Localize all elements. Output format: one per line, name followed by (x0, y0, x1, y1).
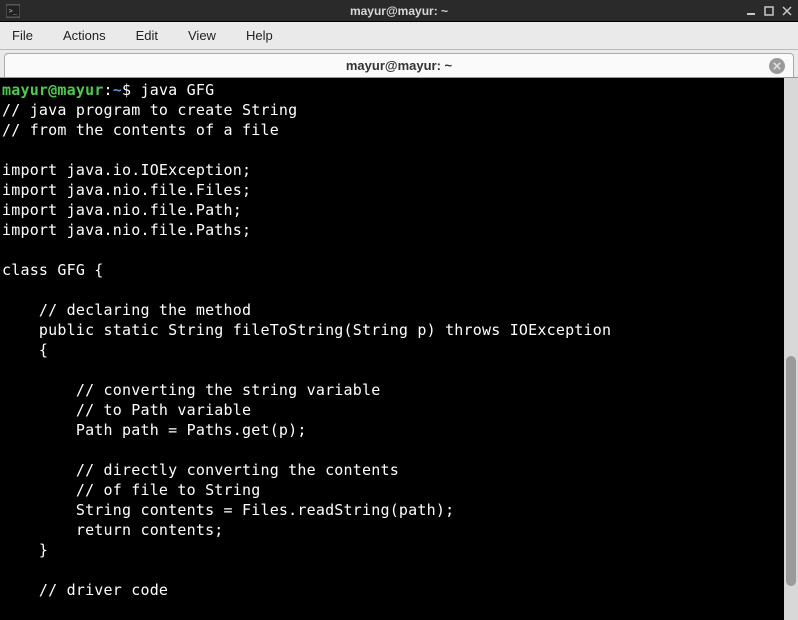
menu-edit[interactable]: Edit (130, 24, 164, 47)
terminal-area: mayur@mayur:~$ java GFG // java program … (0, 78, 798, 620)
maximize-button[interactable] (762, 4, 776, 18)
window-titlebar: >_ mayur@mayur: ~ (0, 0, 798, 22)
close-button[interactable] (780, 4, 794, 18)
terminal-tab[interactable]: mayur@mayur: ~ (4, 53, 794, 77)
vertical-scrollbar[interactable] (784, 78, 798, 620)
menu-help[interactable]: Help (240, 24, 279, 47)
window-controls (744, 4, 794, 18)
terminal-content[interactable]: mayur@mayur:~$ java GFG // java program … (0, 78, 784, 620)
tab-close-button[interactable] (769, 58, 785, 74)
menubar: File Actions Edit View Help (0, 22, 798, 50)
menu-actions[interactable]: Actions (57, 24, 112, 47)
tabbar: mayur@mayur: ~ (0, 50, 798, 78)
tab-title: mayur@mayur: ~ (346, 58, 452, 73)
menu-file[interactable]: File (6, 24, 39, 47)
menu-view[interactable]: View (182, 24, 222, 47)
scrollbar-thumb[interactable] (786, 356, 796, 586)
window-title: mayur@mayur: ~ (0, 4, 798, 18)
minimize-button[interactable] (744, 4, 758, 18)
